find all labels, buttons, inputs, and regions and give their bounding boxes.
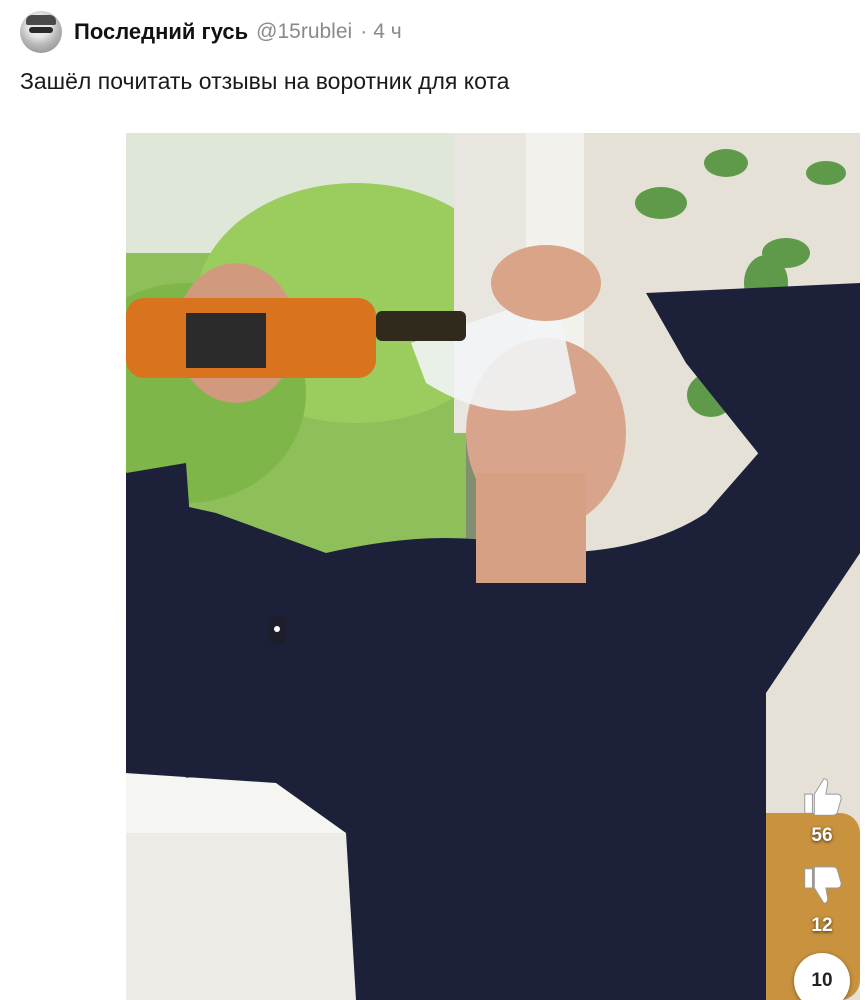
media-photo — [126, 133, 860, 1000]
thumbs-down-icon[interactable] — [799, 863, 845, 909]
avatar-glasses — [29, 27, 53, 33]
reaction-panel: 56 12 10 — [792, 773, 852, 1000]
post-time: 4 ч — [373, 20, 402, 43]
avatar-hat — [26, 15, 56, 25]
likes-count: 56 — [811, 825, 833, 846]
author-name[interactable]: Последний гусь — [74, 19, 248, 45]
right-hand — [491, 245, 601, 321]
post-header: Последний гусь @15rublei · 4 ч — [20, 10, 845, 54]
post-text: Зашёл почитать отзывы на воротник для ко… — [20, 68, 510, 94]
bottle-label — [186, 313, 266, 368]
comments-count-button[interactable]: 10 — [794, 953, 850, 1000]
bottle-neck — [376, 311, 466, 341]
post-media[interactable]: 56 12 10 — [126, 133, 860, 1000]
author-handle[interactable]: @15rublei — [256, 20, 352, 44]
thumbs-up-icon[interactable] — [799, 773, 845, 819]
dislikes-count: 12 — [811, 915, 833, 936]
left-arm — [126, 463, 196, 613]
avatar[interactable] — [20, 11, 62, 53]
side-indicator — [268, 615, 286, 645]
person-neck — [476, 473, 586, 583]
separator-dot: · — [360, 20, 368, 43]
